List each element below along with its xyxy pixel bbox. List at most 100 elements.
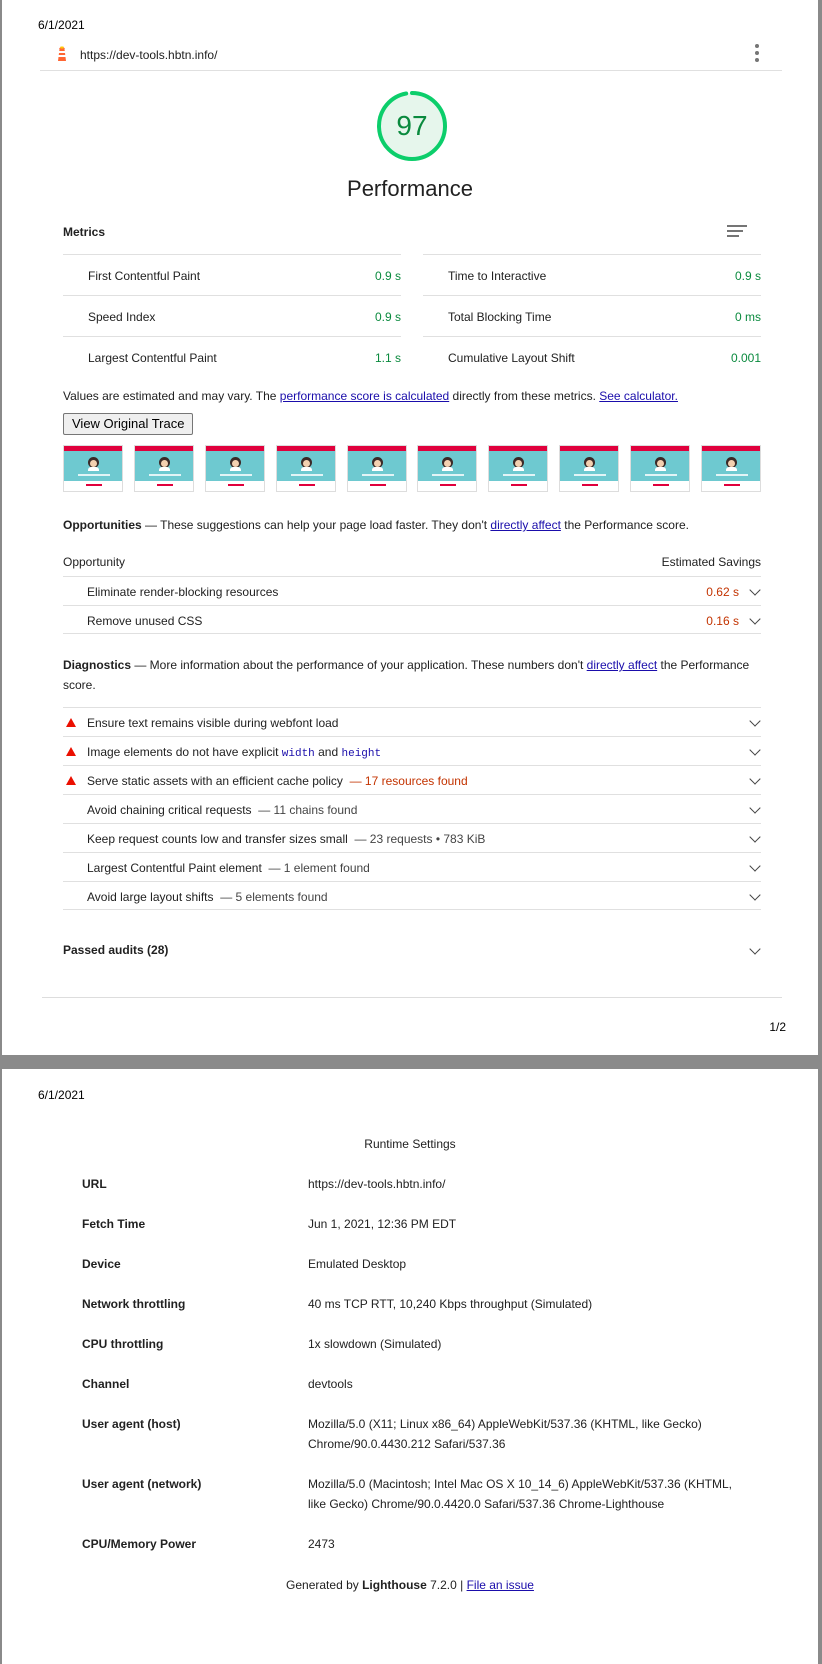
warning-triangle-icon — [66, 718, 76, 727]
audit-title-text: Serve static assets with an efficient ca… — [87, 774, 343, 788]
audit-unused-css[interactable]: Remove unused CSS 0.16 s — [63, 605, 761, 634]
opportunity-column-label: Opportunity — [63, 555, 126, 569]
audit-title: Serve static assets with an efficient ca… — [87, 774, 468, 788]
metric-time-to-interactive: Time to Interactive 0.9 s — [423, 254, 761, 295]
performance-score-gauge: 97 — [375, 89, 449, 163]
category-title: Performance — [347, 176, 473, 201]
runtime-value: Jun 1, 2021, 12:36 PM EDT — [308, 1217, 457, 1231]
metric-value: 0.9 s — [734, 269, 761, 283]
passed-audits-label: Passed audits (28) — [63, 943, 169, 957]
metrics-column-right: Time to Interactive 0.9 s Total Blocking … — [423, 254, 761, 377]
generated-text: Generated by — [286, 1578, 363, 1592]
metric-label: Speed Index — [88, 310, 156, 324]
directly-affect-link[interactable]: directly affect — [490, 518, 560, 532]
runtime-value: 1x slowdown (Simulated) — [308, 1337, 442, 1351]
audit-title-text: Keep request counts low and transfer siz… — [87, 832, 348, 846]
chevron-down-icon[interactable] — [749, 860, 761, 872]
note-text: Values are estimated and may vary. The — [63, 389, 280, 403]
code-width: width — [281, 748, 315, 760]
audit-detail: — 11 chains found — [258, 803, 358, 817]
audit-savings: 0.62 s — [706, 585, 739, 599]
runtime-key: Network throttling — [82, 1297, 186, 1311]
metrics-heading: Metrics — [63, 225, 106, 239]
directly-affect-link[interactable]: directly affect — [587, 658, 657, 672]
lighthouse-version: 7.2.0 | — [426, 1578, 467, 1592]
runtime-value: 2473 — [308, 1537, 335, 1551]
runtime-key: URL — [82, 1177, 107, 1191]
lighthouse-brand: Lighthouse — [362, 1578, 427, 1592]
metric-speed-index: Speed Index 0.9 s — [63, 295, 401, 336]
metric-label: Time to Interactive — [448, 269, 547, 283]
report-topbar: https://dev-tools.hbtn.info/ — [40, 38, 782, 71]
file-an-issue-link[interactable]: File an issue — [467, 1578, 534, 1592]
chevron-down-icon[interactable] — [749, 773, 761, 785]
chevron-down-icon[interactable] — [749, 715, 761, 727]
filmstrip — [63, 445, 761, 493]
chevron-down-icon[interactable] — [749, 889, 761, 901]
metric-label: Cumulative Layout Shift — [448, 351, 575, 365]
metric-description-toggle-icon[interactable] — [727, 225, 747, 241]
chevron-down-icon[interactable] — [749, 584, 761, 596]
metric-value: 0.9 s — [374, 269, 401, 283]
chevron-down-icon[interactable] — [749, 613, 761, 625]
runtime-key: CPU/Memory Power — [82, 1537, 197, 1551]
warning-triangle-icon — [66, 776, 76, 785]
see-calculator-link[interactable]: See calculator. — [599, 389, 678, 403]
runtime-key: User agent (host) — [82, 1417, 181, 1431]
lighthouse-logo-icon — [58, 46, 66, 61]
filmstrip-thumbnail — [630, 445, 691, 492]
audit-title: Remove unused CSS — [87, 614, 203, 628]
metric-label: Total Blocking Time — [448, 310, 552, 324]
audit-title: Ensure text remains visible during webfo… — [87, 716, 339, 730]
filmstrip-thumbnail — [488, 445, 549, 492]
filmstrip-thumbnail — [559, 445, 620, 492]
page-footer-divider — [42, 997, 782, 998]
report-url: https://dev-tools.hbtn.info/ — [80, 48, 218, 62]
runtime-key: Channel — [82, 1377, 130, 1391]
page-number: 1/2 — [769, 1020, 786, 1034]
audit-critical-request-chains[interactable]: Avoid chaining critical requests — 11 ch… — [63, 794, 761, 823]
runtime-value: https://dev-tools.hbtn.info/ — [308, 1177, 446, 1191]
audit-detail: — 17 resources found — [349, 774, 468, 788]
metric-total-blocking-time: Total Blocking Time 0 ms — [423, 295, 761, 336]
chevron-down-icon[interactable] — [749, 802, 761, 814]
runtime-settings-title: Runtime Settings — [364, 1137, 456, 1151]
runtime-value: Mozilla/5.0 (Macintosh; Intel Mac OS X 1… — [308, 1477, 732, 1511]
audit-title: Avoid chaining critical requests — 11 ch… — [87, 803, 357, 817]
metric-label: First Contentful Paint — [88, 269, 201, 283]
filmstrip-thumbnail — [346, 445, 407, 492]
audit-title: Eliminate render-blocking resources — [87, 585, 279, 599]
audit-resource-summary[interactable]: Keep request counts low and transfer siz… — [63, 823, 761, 852]
runtime-key: User agent (network) — [82, 1477, 202, 1491]
score-calculated-link[interactable]: performance score is calculated — [280, 389, 449, 403]
metric-value: 0 ms — [734, 310, 761, 324]
warning-triangle-icon — [66, 747, 76, 756]
audit-title-text: and — [314, 745, 342, 759]
audit-lcp-element[interactable]: Largest Contentful Paint element — 1 ele… — [63, 852, 761, 881]
audit-unsized-images[interactable]: Image elements do not have explicit widt… — [63, 736, 761, 765]
opportunity-table-header: Opportunity Estimated Savings — [63, 553, 761, 575]
passed-audits-group[interactable]: Passed audits (28) — [63, 928, 761, 957]
print-date: 6/1/2021 — [38, 18, 85, 32]
runtime-key: CPU throttling — [82, 1337, 164, 1351]
tools-menu-icon[interactable] — [752, 42, 762, 64]
runtime-key: Fetch Time — [82, 1217, 146, 1231]
metric-first-contentful-paint: First Contentful Paint 0.9 s — [63, 254, 401, 295]
filmstrip-thumbnail — [417, 445, 478, 492]
audit-render-blocking-resources[interactable]: Eliminate render-blocking resources 0.62 … — [63, 576, 761, 605]
metric-value: 0.9 s — [374, 310, 401, 324]
chevron-down-icon[interactable] — [749, 744, 761, 756]
chevron-down-icon[interactable] — [749, 831, 761, 843]
audit-detail: — 23 requests • 783 KiB — [354, 832, 486, 846]
audit-layout-shift-elements[interactable]: Avoid large layout shifts — 5 elements f… — [63, 881, 761, 910]
view-original-trace-button[interactable]: View Original Trace — [63, 413, 194, 435]
filmstrip-thumbnail — [701, 445, 761, 492]
audit-cache-policy[interactable]: Serve static assets with an efficient ca… — [63, 765, 761, 794]
audit-detail: — 1 element found — [268, 861, 370, 875]
audit-title-text: Avoid large layout shifts — [87, 890, 214, 904]
audit-font-display[interactable]: Ensure text remains visible during webfo… — [63, 707, 761, 736]
chevron-down-icon[interactable] — [749, 943, 761, 955]
metric-cumulative-layout-shift: Cumulative Layout Shift 0.001 — [423, 336, 761, 377]
audit-title: Largest Contentful Paint element — 1 ele… — [87, 861, 370, 875]
audit-title-text: Avoid chaining critical requests — [87, 803, 252, 817]
